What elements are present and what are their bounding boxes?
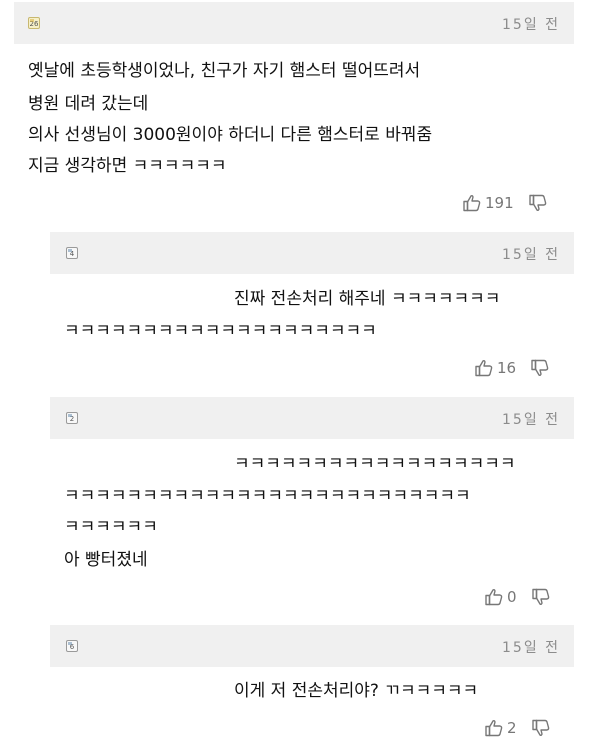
like-count: 0 — [507, 588, 517, 606]
like-count: 2 — [507, 719, 517, 737]
comment-text-line: 이게 저 전손처리야? ㄲㅋㅋㅋㅋㅋ — [234, 681, 479, 701]
thumbs-down-icon[interactable] — [531, 718, 551, 738]
grade-badge-icon: 4 — [66, 247, 78, 259]
like-button[interactable]: 191 — [462, 193, 514, 213]
comment-text-line: 옛날에 초등학생이었나, 친구가 자기 햄스터 떨어뜨려서 — [28, 61, 421, 81]
like-button[interactable]: 16 — [474, 358, 516, 378]
thumbs-up-icon — [485, 719, 503, 737]
comment-time: 15일 전 — [502, 640, 561, 656]
thumbs-down-icon[interactable] — [528, 193, 548, 213]
comment-text-line: ㅋㅋㅋㅋㅋㅋ — [64, 517, 158, 537]
like-count: 16 — [497, 359, 517, 377]
thumbs-up-icon — [463, 194, 481, 212]
thumbs-up-icon — [475, 359, 493, 377]
comment-reactions: 0 — [484, 587, 551, 607]
comment-reactions: 16 — [474, 358, 550, 378]
comment-text-line: 아 빵터졌네 — [64, 550, 148, 570]
comment-reactions: 2 — [484, 718, 551, 738]
comment-header: 2 15일 전 — [50, 397, 574, 439]
comment-header: 4 15일 전 — [50, 232, 574, 274]
comment-text-line: 지금 생각하면 ㅋㅋㅋㅋㅋㅋ — [28, 156, 227, 176]
comment-header: 26 15일 전 — [14, 2, 574, 44]
like-button[interactable]: 0 — [484, 587, 517, 607]
grade-badge-icon: 26 — [28, 17, 40, 29]
thumbs-down-icon[interactable] — [530, 358, 550, 378]
comment-thread: 26 15일 전 옛날에 초등학생이었나, 친구가 자기 햄스터 떨어뜨려서 병… — [0, 0, 600, 750]
comment-time: 15일 전 — [502, 17, 561, 33]
like-button[interactable]: 2 — [484, 718, 517, 738]
comment-reactions: 191 — [462, 193, 548, 213]
comment-time: 15일 전 — [502, 412, 561, 428]
comment-time: 15일 전 — [502, 247, 561, 263]
comment-text-line: 진짜 전손처리 해주네 ㅋㅋㅋㅋㅋㅋㅋ — [234, 289, 501, 309]
like-count: 191 — [485, 194, 514, 212]
comment-text-line: 병원 데려 갔는데 — [28, 94, 149, 114]
grade-badge-icon: 2 — [66, 412, 78, 424]
comment-header: 6 15일 전 — [50, 625, 574, 667]
comment-text-line: ㅋㅋㅋㅋㅋㅋㅋㅋㅋㅋㅋㅋㅋㅋㅋㅋㅋㅋㅋㅋㅋㅋㅋㅋㅋㅋ — [64, 486, 471, 506]
comment-text-line: 의사 선생님이 3000원이야 하더니 다른 햄스터로 바꿔줌 — [28, 125, 433, 145]
thumbs-up-icon — [485, 588, 503, 606]
thumbs-down-icon[interactable] — [531, 587, 551, 607]
comment-text-line: ㅋㅋㅋㅋㅋㅋㅋㅋㅋㅋㅋㅋㅋㅋㅋㅋㅋㅋ — [234, 454, 516, 474]
grade-badge-icon: 6 — [66, 640, 78, 652]
comment-text-line: ㅋㅋㅋㅋㅋㅋㅋㅋㅋㅋㅋㅋㅋㅋㅋㅋㅋㅋㅋㅋ — [64, 321, 377, 341]
